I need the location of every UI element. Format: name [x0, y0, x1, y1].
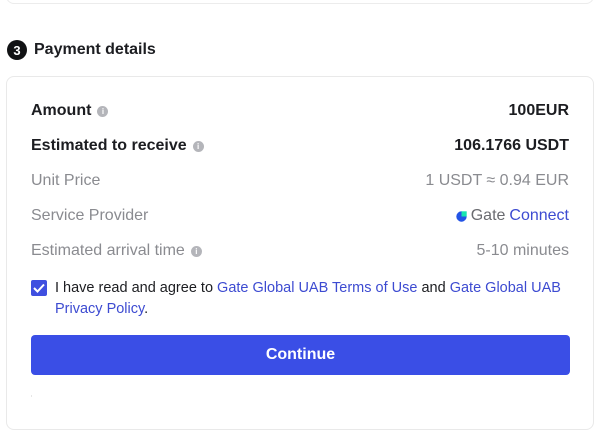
gate-logo-icon — [456, 210, 467, 222]
continue-button[interactable]: Continue — [31, 335, 570, 375]
estimated-receive-value: 106.1766 USDT — [454, 137, 569, 154]
step-number-badge: 3 — [7, 40, 27, 60]
info-icon[interactable]: i — [97, 105, 109, 117]
service-provider-row: Service Provider Gate Connect — [31, 205, 569, 227]
step-title: Payment details — [34, 41, 156, 58]
arrival-time-label-group: Estimated arrival time i — [31, 242, 202, 260]
estimated-receive-row: Estimated to receive i 106.1766 USDT — [31, 135, 569, 157]
previous-step-card — [6, 0, 594, 4]
provider-brand: Gate — [470, 207, 506, 224]
step-header: 3 Payment details — [7, 40, 156, 60]
estimated-receive-label-group: Estimated to receive i — [31, 137, 204, 155]
payment-details-card: Amount i 100EUR Estimated to receive i 1… — [6, 76, 594, 430]
arrival-time-row: Estimated arrival time i 5-10 minutes — [31, 240, 569, 262]
unit-price-row: Unit Price 1 USDT ≈ 0.94 EUR — [31, 170, 569, 192]
provider-product: Connect — [509, 207, 569, 224]
amount-label-group: Amount i — [31, 102, 109, 120]
checkmark-icon — [33, 283, 45, 293]
agreement-row: I have read and agree to Gate Global UAB… — [31, 278, 571, 320]
agreement-middle: and — [417, 280, 450, 296]
unit-price-value: 1 USDT ≈ 0.94 EUR — [425, 172, 569, 189]
agreement-suffix: . — [144, 301, 149, 317]
amount-row: Amount i 100EUR — [31, 100, 569, 122]
info-icon[interactable]: i — [192, 140, 204, 152]
unit-price-label: Unit Price — [31, 172, 101, 189]
amount-value: 100EUR — [508, 102, 569, 119]
service-provider-label: Service Provider — [31, 207, 149, 224]
info-icon[interactable]: i — [190, 245, 202, 257]
terms-of-use-link[interactable]: Gate Global UAB Terms of Use — [217, 280, 417, 296]
divider — [31, 395, 32, 397]
arrival-time-label: Estimated arrival time — [31, 242, 185, 259]
estimated-receive-label: Estimated to receive — [31, 137, 187, 154]
agreement-prefix: I have read and agree to — [55, 280, 218, 296]
arrival-time-value: 5-10 minutes — [476, 242, 570, 259]
agreement-text: I have read and agree to Gate Global UAB… — [55, 278, 571, 320]
agreement-checkbox[interactable] — [31, 280, 47, 296]
service-provider-value[interactable]: Gate Connect — [455, 207, 569, 225]
amount-label: Amount — [31, 102, 92, 119]
